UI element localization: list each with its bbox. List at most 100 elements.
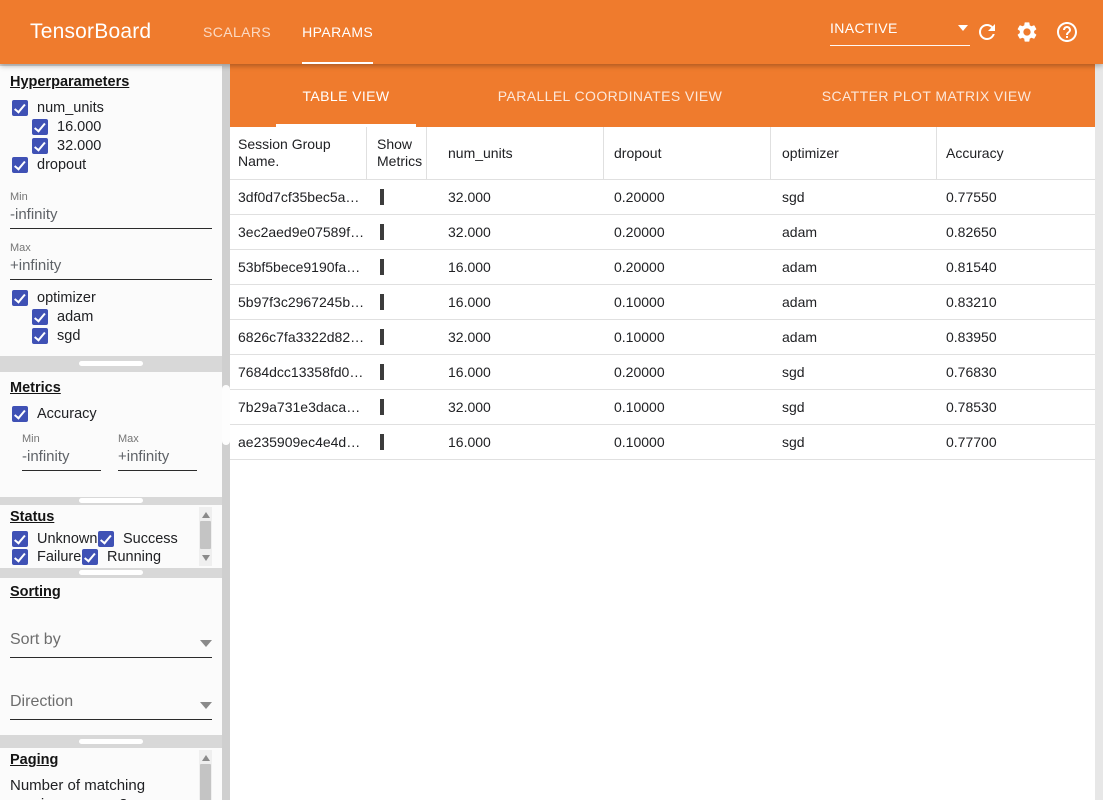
chevron-down-icon (958, 25, 968, 31)
dropout-cell: 0.10000 (604, 329, 771, 345)
scrollbar-up-icon[interactable] (202, 755, 210, 761)
optimizer-cell: sgd (771, 189, 937, 205)
min-input[interactable]: -infinity (10, 203, 212, 229)
hyperparameters-title: Hyperparameters (0, 66, 222, 90)
checked-checkbox-icon[interactable] (32, 119, 48, 135)
table-row: ae235909ec4e4d… 16.000 0.10000 sgd 0.777… (230, 425, 1095, 460)
accuracy-cell: 0.81540 (937, 259, 1095, 275)
sort-by-select[interactable]: Sort by (10, 626, 212, 658)
accuracy-cell: 0.83950 (937, 329, 1095, 345)
column-header-session-group-name[interactable]: Session Group Name. (230, 127, 367, 179)
checked-checkbox-icon[interactable] (12, 406, 28, 422)
checked-checkbox-icon[interactable] (12, 290, 28, 306)
max-input[interactable]: +infinity (10, 254, 212, 280)
scrollbar-down-icon[interactable] (202, 555, 210, 561)
sidebar-scrollbar-thumb[interactable] (222, 385, 230, 445)
table-row: 7b29a731e3daca… 32.000 0.10000 sgd 0.785… (230, 390, 1095, 425)
table-row: 7684dcc13358fd0… 16.000 0.20000 sgd 0.76… (230, 355, 1095, 390)
min-input[interactable]: -infinity (22, 445, 101, 471)
dropout-cell: 0.20000 (604, 224, 771, 240)
table-row: 5b97f3c2967245b… 16.000 0.10000 adam 0.8… (230, 285, 1095, 320)
column-header-show-metrics[interactable]: Show Metrics (367, 127, 427, 179)
hparam-value-label: 32.000 (57, 138, 101, 154)
settings-button[interactable] (1015, 20, 1039, 44)
checked-checkbox-icon[interactable] (32, 328, 48, 344)
checked-checkbox-icon[interactable] (98, 531, 114, 547)
dropout-cell: 0.10000 (604, 399, 771, 415)
main-scrollbar[interactable] (1095, 64, 1103, 800)
checked-checkbox-icon[interactable] (32, 309, 48, 325)
status-option-label: Unknown (37, 531, 98, 547)
column-header-optimizer[interactable]: optimizer (771, 127, 937, 179)
show-metrics-checkbox[interactable] (380, 294, 384, 310)
help-button[interactable] (1055, 20, 1079, 44)
table-row: 3df0d7cf35bec5a… 32.000 0.20000 sgd 0.77… (230, 180, 1095, 215)
optimizer-cell: sgd (771, 434, 937, 450)
session-group-name-cell: ae235909ec4e4d… (230, 434, 367, 450)
show-metrics-cell (367, 364, 427, 380)
scrollbar-thumb[interactable] (200, 764, 211, 800)
table-row: 3ec2aed9e07589f… 32.000 0.20000 adam 0.8… (230, 215, 1095, 250)
checked-checkbox-icon[interactable] (12, 100, 28, 116)
tab-hparams[interactable]: HPARAMS (302, 0, 373, 64)
accuracy-cell: 0.77700 (937, 434, 1095, 450)
max-label: Max (118, 433, 197, 445)
section-resize-handle[interactable] (79, 739, 143, 744)
num-units-cell: 16.000 (427, 294, 604, 310)
optimizer-cell: adam (771, 224, 937, 240)
toolbar-tabs: SCALARS HPARAMS (203, 0, 373, 64)
num-units-cell: 32.000 (427, 329, 604, 345)
status-option-label: Running (107, 549, 161, 565)
checked-checkbox-icon[interactable] (32, 138, 48, 154)
hparam-value-label: sgd (57, 328, 80, 344)
scrollbar-up-icon[interactable] (202, 512, 210, 518)
dropout-cell: 0.10000 (604, 294, 771, 310)
max-input[interactable]: +infinity (118, 445, 197, 471)
show-metrics-cell (367, 434, 427, 450)
checked-checkbox-icon[interactable] (12, 157, 28, 173)
chevron-down-icon (200, 702, 212, 709)
num-units-cell: 32.000 (427, 399, 604, 415)
column-header-dropout[interactable]: dropout (604, 127, 771, 179)
table-header-row: Session Group Name. Show Metrics num_uni… (230, 127, 1095, 180)
show-metrics-checkbox[interactable] (380, 224, 384, 240)
tab-table-view[interactable]: TABLE VIEW (230, 64, 462, 127)
hparam-item-dropout: dropout (12, 156, 222, 174)
session-group-name-cell: 6826c7fa3322d82… (230, 329, 367, 345)
sidebar-scrollbar[interactable] (222, 64, 230, 800)
status-row: Failure Running (12, 549, 222, 565)
min-label: Min (10, 191, 212, 203)
num-units-cell: 32.000 (427, 189, 604, 205)
show-metrics-checkbox[interactable] (380, 259, 384, 275)
show-metrics-checkbox[interactable] (380, 189, 384, 205)
tab-scalars[interactable]: SCALARS (203, 0, 271, 64)
show-metrics-checkbox[interactable] (380, 364, 384, 380)
checked-checkbox-icon[interactable] (82, 549, 98, 565)
num-units-cell: 16.000 (427, 259, 604, 275)
show-metrics-checkbox[interactable] (380, 434, 384, 450)
optimizer-cell: sgd (771, 364, 937, 380)
tab-scatter-plot-matrix-view[interactable]: SCATTER PLOT MATRIX VIEW (758, 64, 1095, 127)
section-resize-handle[interactable] (79, 498, 143, 503)
tab-parallel-coordinates-view[interactable]: PARALLEL COORDINATES VIEW (462, 64, 758, 127)
paging-scrollbar[interactable] (199, 750, 212, 800)
show-metrics-checkbox[interactable] (380, 399, 384, 415)
section-resize-handle[interactable] (79, 361, 143, 366)
max-label: Max (10, 242, 212, 254)
metrics-section: Metrics Accuracy Min -infinity Max +infi… (0, 372, 222, 497)
hparam-item-num-units: num_units (12, 99, 222, 117)
status-scrollbar[interactable] (199, 507, 212, 566)
scrollbar-thumb[interactable] (200, 521, 211, 549)
checked-checkbox-icon[interactable] (12, 549, 28, 565)
show-metrics-checkbox[interactable] (380, 329, 384, 345)
optimizer-cell: adam (771, 259, 937, 275)
run-status-select[interactable]: INACTIVE (830, 20, 970, 46)
paging-title: Paging (0, 748, 222, 768)
column-header-num-units[interactable]: num_units (427, 127, 604, 179)
section-resize-handle[interactable] (79, 570, 143, 575)
direction-select[interactable]: Direction (10, 688, 212, 720)
refresh-button[interactable] (975, 20, 999, 44)
column-header-accuracy[interactable]: Accuracy (937, 127, 1095, 179)
checked-checkbox-icon[interactable] (12, 531, 28, 547)
table-row: 6826c7fa3322d82… 32.000 0.10000 adam 0.8… (230, 320, 1095, 355)
